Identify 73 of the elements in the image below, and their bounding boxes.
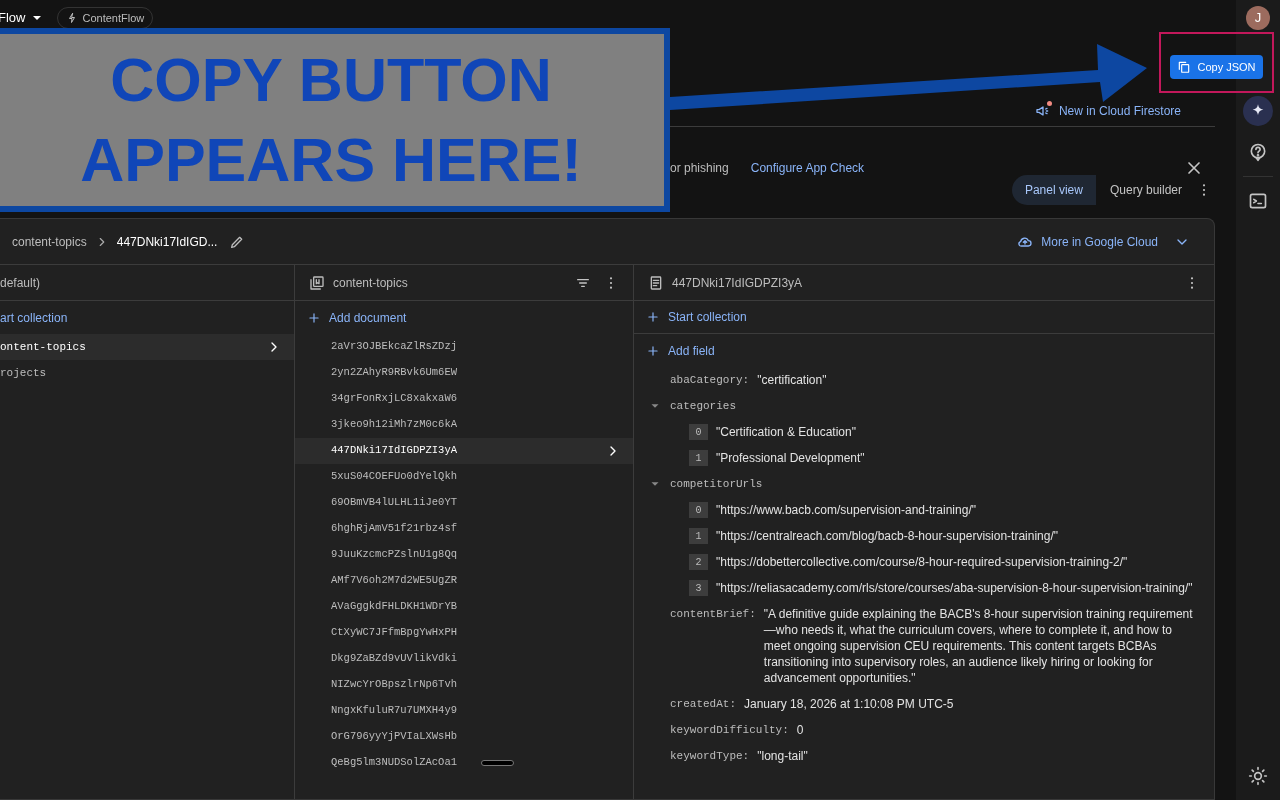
plus-icon	[646, 343, 660, 358]
field-value: "Professional Development"	[716, 450, 865, 467]
collection-item[interactable]: ontent-topics	[0, 334, 294, 360]
document-item[interactable]: OrG796yyYjPVIaLXWsHb	[295, 724, 633, 750]
terminal-icon[interactable]	[1248, 191, 1268, 211]
field-value: "https://centralreach.com/blog/bacb-8-hour-supervision-training/"	[716, 528, 1059, 545]
field-value: "https://www.bacb.com/supervision-and-training/"	[716, 502, 976, 519]
field-key: contentBrief:	[670, 606, 756, 622]
view-tab[interactable]: Panel view	[1011, 175, 1096, 205]
field-value: "https://dobettercollective.com/course/8-hour-required-supervision-training-2/"	[716, 554, 1128, 571]
view-tab[interactable]: Query builder	[1099, 175, 1192, 205]
document-item[interactable]: 5xuS04COEFUo0dYelQkh	[295, 464, 633, 490]
whats-new-link[interactable]: New in Cloud Firestore	[1034, 102, 1181, 120]
add-button[interactable]: Add document	[307, 308, 407, 327]
copy-icon	[1177, 60, 1192, 74]
document-item[interactable]: CtXyWC7JFfmBpgYwHxPH	[295, 620, 633, 646]
field-value: "long-tail"	[757, 748, 808, 764]
field-value: January 18, 2026 at 1:10:08 PM UTC-5	[744, 696, 954, 712]
document-item[interactable]: 6hghRjAmV51f21rbz4sf	[295, 516, 633, 542]
callout-text: COPY BUTTON	[110, 45, 552, 116]
document-item[interactable]: 2yn2ZAhyR9RBvk6Um6EW	[295, 360, 633, 386]
document-item[interactable]: AMf7V6oh2M7d2WE5UgZR	[295, 568, 633, 594]
scrollbar-handle[interactable]	[481, 760, 514, 766]
breadcrumb-item[interactable]: 447DNki17IdIGD...	[116, 232, 218, 251]
collection-item[interactable]: rojects	[0, 360, 294, 386]
avatar[interactable]: J	[1246, 6, 1270, 30]
document-item[interactable]: 34grFonRxjLC8xakxaW6	[295, 386, 633, 412]
copy-json-button[interactable]: Copy JSON	[1170, 55, 1263, 79]
sun-icon[interactable]	[1248, 766, 1268, 786]
document-item[interactable]: 9JuuKzcmcPZslnU1g8Qq	[295, 542, 633, 568]
configure-link[interactable]: Configure App Check	[750, 159, 865, 177]
google-cloud-link[interactable]: More in Google Cloud	[1017, 232, 1190, 251]
help-icon[interactable]	[1248, 142, 1268, 162]
index-badge: 0	[689, 424, 708, 440]
field-key: createdAt:	[670, 696, 736, 712]
document-item[interactable]: NIZwcYrOBpszlrNp6Tvh	[295, 672, 633, 698]
document-item[interactable]: 447DNki17IdIGDPZI3yA	[295, 438, 633, 464]
index-badge: 1	[689, 528, 708, 544]
document-item[interactable]: AVaGggkdFHLDKH1WDrYB	[295, 594, 633, 620]
add-button[interactable]: Start collection	[646, 308, 747, 326]
field-key: keywordDifficulty:	[670, 722, 789, 738]
banner-text: or phishing	[670, 160, 729, 177]
document-item[interactable]: Dkg9ZaBZd9vUVlikVdki	[295, 646, 633, 672]
field-value: "Certification & Education"	[716, 424, 856, 441]
plus-icon	[646, 310, 660, 324]
plus-icon	[307, 310, 321, 325]
add-button[interactable]: Add field	[646, 341, 715, 360]
field-key: categories	[670, 397, 736, 415]
document-icon	[648, 274, 664, 291]
index-badge: 0	[689, 502, 708, 518]
index-badge: 1	[689, 450, 708, 466]
collection-icon	[309, 274, 325, 291]
document-item[interactable]: 69OBmVB4lULHL1iJe0YT	[295, 490, 633, 516]
column-title: default)	[0, 274, 41, 292]
index-badge: 3	[689, 580, 708, 596]
document-item[interactable]: NngxKfuluR7u7UMXH4y9	[295, 698, 633, 724]
field-value: 0	[796, 722, 804, 738]
field-key: abaCategory:	[670, 372, 750, 388]
field-key: competitorUrls	[670, 475, 763, 493]
field-value: "A definitive guide explaining the BACB's 8-hour supervision training requirement—who needs it, what the curriculum covers, where to complete it, and how to meet ongoing supervision CEU requirements. This content targets BCBAs transitioning into supervisory roles, an audience likely hiring or looking for advancement opportunities."	[763, 606, 1194, 686]
callout-text: APPEARS HERE!	[80, 125, 582, 196]
breadcrumb-item[interactable]: content-topics	[12, 232, 87, 251]
field-value: "https://reliasacademy.com/rls/store/courses/aba-supervision-8-hour-supervision-training/"	[716, 580, 1193, 597]
gemini-button[interactable]	[1243, 96, 1273, 126]
column-title: 447DNki17IdIGDPZI3yA	[672, 274, 803, 292]
document-item[interactable]: 2aVr3OJBEkcaZlRsZDzj	[295, 334, 633, 360]
start-collection-button[interactable]: art collection	[0, 308, 68, 327]
index-badge: 2	[689, 554, 708, 570]
document-item[interactable]: 3jkeo9h12iMh7zM0c6kA	[295, 412, 633, 438]
field-value: "certification"	[757, 372, 827, 388]
column-title: content-topics	[333, 274, 408, 292]
document-item[interactable]: QeBg5lm3NUDSolZAcOa1	[295, 750, 633, 776]
field-key: keywordType:	[670, 748, 750, 764]
